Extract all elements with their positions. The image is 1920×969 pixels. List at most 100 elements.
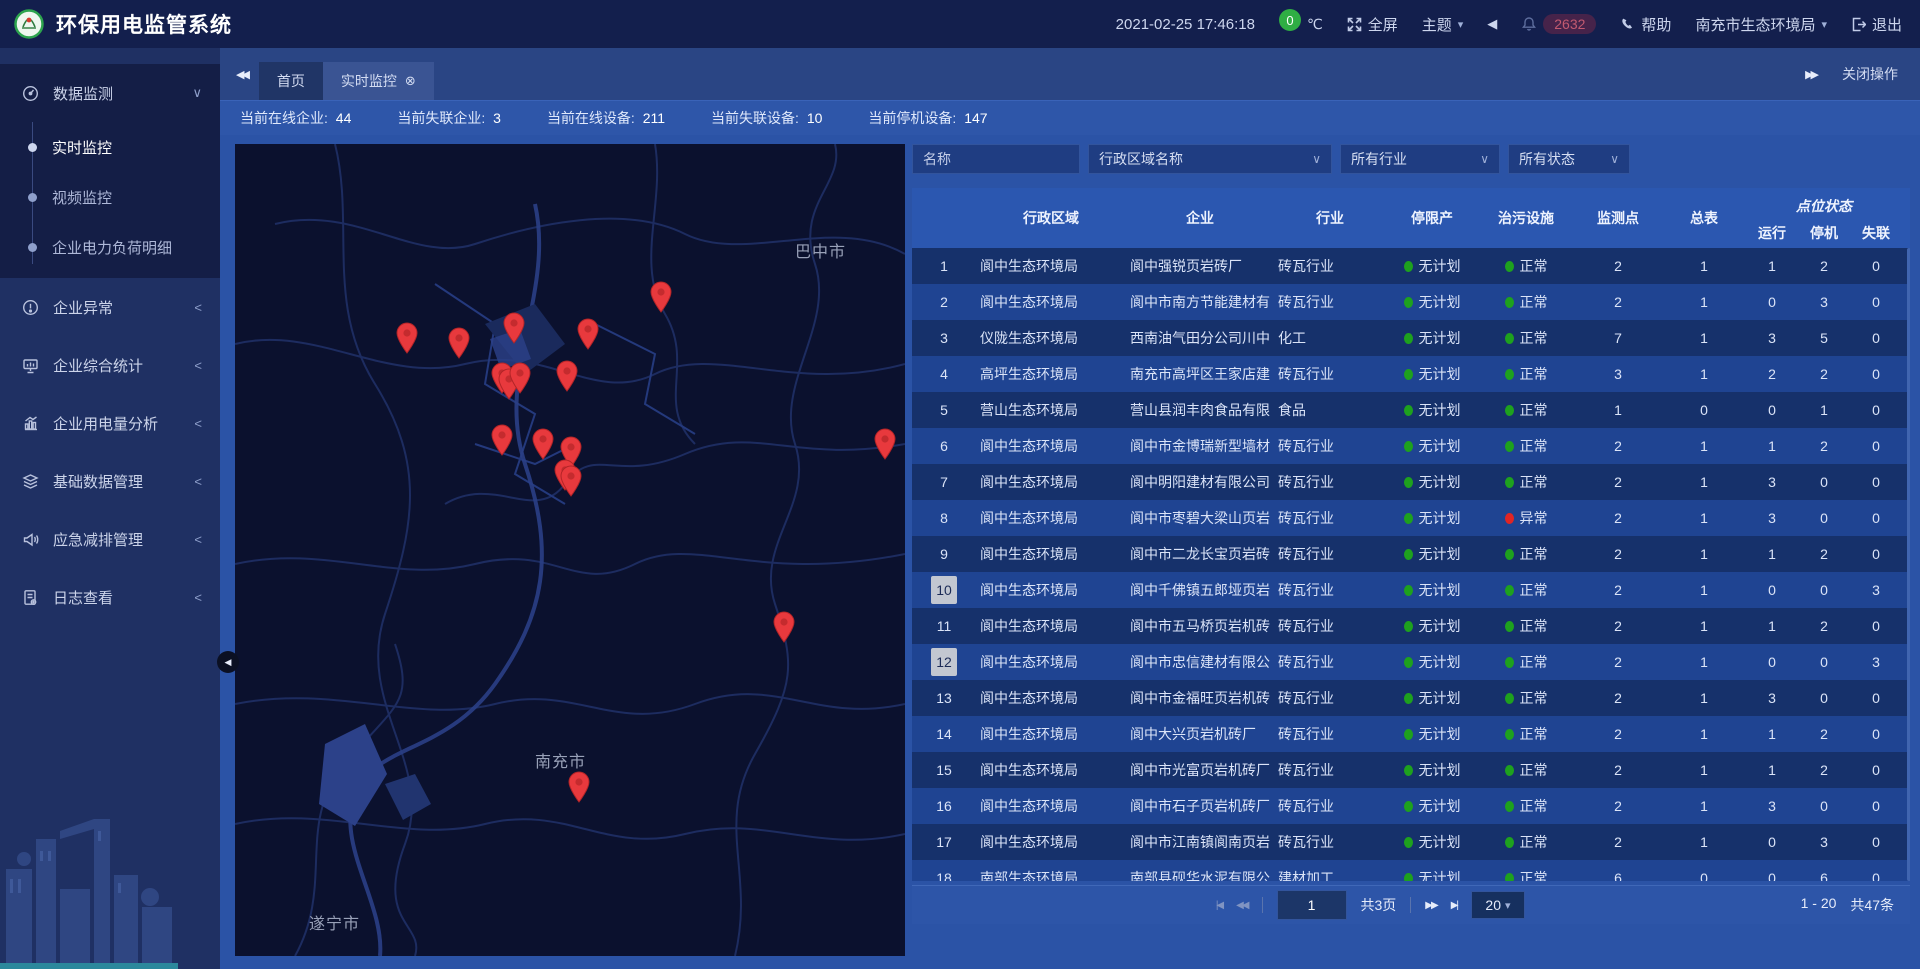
name-filter-input[interactable] <box>912 144 1080 174</box>
sidebar-subitem-视频监控[interactable]: 视频监控 <box>0 172 220 222</box>
map-pin-16[interactable] <box>567 771 591 808</box>
status-filter-select[interactable]: 所有状态 ∨ <box>1508 144 1630 174</box>
tab-home[interactable]: 首页 <box>259 62 323 100</box>
sidebar-subitem-实时监控[interactable]: 实时监控 <box>0 122 220 172</box>
help-button[interactable]: 帮助 <box>1620 14 1671 35</box>
cell-monitor-points: 2 <box>1574 716 1662 752</box>
table-row-16[interactable]: 16阆中生态环境局阆中市石子页岩机砖厂砖瓦行业无计划正常21300 <box>912 788 1910 824</box>
chevron-left-icon: < <box>194 590 202 605</box>
map-pin-7[interactable] <box>508 362 532 399</box>
map-pin-8[interactable] <box>555 360 579 397</box>
limit-status-text: 无计划 <box>1419 580 1461 600</box>
page-size-select[interactable]: 20 ▾ <box>1471 891 1525 919</box>
cell-lost: 0 <box>1850 392 1902 428</box>
col-limit: 停限产 <box>1386 188 1478 248</box>
cell-region: 阆中生态环境局 <box>976 428 1126 464</box>
table-row-15[interactable]: 15阆中生态环境局阆中市光富页岩机砖厂砖瓦行业无计划正常21120 <box>912 752 1910 788</box>
cell-index: 17 <box>912 824 976 860</box>
table-row-4[interactable]: 4高坪生态环境局南充市高坪区王家店建砖瓦行业无计划正常31220 <box>912 356 1910 392</box>
tab-realtime-monitor[interactable]: 实时监控 ⊗ <box>323 62 434 100</box>
cell-index: 5 <box>912 392 976 428</box>
table-scrollbar[interactable] <box>1907 248 1910 881</box>
table-row-10[interactable]: 10阆中生态环境局阆中千佛镇五郎垭页岩砖瓦行业无计划正常21003 <box>912 572 1910 608</box>
sidebar-subitem-企业电力负荷明细[interactable]: 企业电力负荷明细 <box>0 222 220 272</box>
cell-region: 阆中生态环境局 <box>976 500 1126 536</box>
table-row-11[interactable]: 11阆中生态环境局阆中市五马桥页岩机砖砖瓦行业无计划正常21120 <box>912 608 1910 644</box>
map-pin-4[interactable] <box>649 281 673 318</box>
sidebar-group-5: 应急减排管理< <box>0 510 220 568</box>
green-dot-icon <box>1404 657 1413 668</box>
sidebar-item-日志查看[interactable]: 日志查看< <box>0 568 220 626</box>
table-row-6[interactable]: 6阆中生态环境局阆中市金博瑞新型墙材砖瓦行业无计划正常21120 <box>912 428 1910 464</box>
map-pin-1[interactable] <box>447 327 471 364</box>
cell-running: 1 <box>1746 248 1798 284</box>
sidebar-item-企业用电量分析[interactable]: 企业用电量分析< <box>0 394 220 452</box>
sidebar-item-数据监测[interactable]: 数据监测∨ <box>0 64 220 122</box>
sidebar-item-企业异常[interactable]: 企业异常< <box>0 278 220 336</box>
map-pin-2[interactable] <box>502 312 526 349</box>
table-row-8[interactable]: 8阆中生态环境局阆中市枣碧大梁山页岩砖瓦行业无计划异常21300 <box>912 500 1910 536</box>
cell-index: 16 <box>912 788 976 824</box>
green-dot-icon <box>1505 765 1514 776</box>
table-row-7[interactable]: 7阆中生态环境局阆中明阳建材有限公司砖瓦行业无计划正常21300 <box>912 464 1910 500</box>
close-operations-menu[interactable]: 关闭操作 <box>1842 64 1898 84</box>
map-pin-13[interactable] <box>559 465 583 502</box>
first-page-icon[interactable]: |◀ <box>1216 900 1222 911</box>
map-pin-15[interactable] <box>772 611 796 648</box>
page-number-input[interactable] <box>1277 890 1347 920</box>
cell-running: 0 <box>1746 392 1798 428</box>
chevron-left-icon: < <box>194 358 202 373</box>
map-pin-0[interactable] <box>395 322 419 359</box>
table-row-18[interactable]: 18南部生态环境局南部县砚华水泥有限公建材加工无计划正常60060 <box>912 860 1910 881</box>
cell-limit-status: 无计划 <box>1386 500 1478 536</box>
region-filter-select[interactable]: 行政区域名称 ∨ <box>1088 144 1332 174</box>
table-row-9[interactable]: 9阆中生态环境局阆中市二龙长宝页岩砖砖瓦行业无计划正常21120 <box>912 536 1910 572</box>
table-row-17[interactable]: 17阆中生态环境局阆中市江南镇阆南页岩砖瓦行业无计划正常21030 <box>912 824 1910 860</box>
cell-region: 阆中生态环境局 <box>976 788 1126 824</box>
table-row-2[interactable]: 2阆中生态环境局阆中市南方节能建材有砖瓦行业无计划正常21030 <box>912 284 1910 320</box>
next-page-icon[interactable]: ▶▶ <box>1425 900 1436 911</box>
cell-lost: 0 <box>1850 824 1902 860</box>
chevron-down-icon: ∨ <box>1610 152 1619 166</box>
notifications[interactable]: 2632 <box>1521 14 1596 34</box>
sidebar-item-基础数据管理[interactable]: 基础数据管理< <box>0 452 220 510</box>
cell-lost: 0 <box>1850 320 1902 356</box>
table-row-3[interactable]: 3仪陇生态环境局西南油气田分公司川中化工无计划正常71350 <box>912 320 1910 356</box>
map-pin-3[interactable] <box>576 318 600 355</box>
log-icon <box>22 589 39 606</box>
map-pin-14[interactable] <box>873 428 897 465</box>
cell-index: 3 <box>912 320 976 356</box>
table-row-13[interactable]: 13阆中生态环境局阆中市金福旺页岩机砖砖瓦行业无计划正常21300 <box>912 680 1910 716</box>
stat-item-1: 当前失联企业: 3 <box>397 108 501 128</box>
last-page-icon[interactable]: ▶| <box>1451 900 1457 911</box>
map-pin-9[interactable] <box>490 424 514 461</box>
sidebar-item-企业综合统计[interactable]: 企业综合统计 < <box>0 336 220 394</box>
city-label-nanchong: 南充市 <box>535 748 586 772</box>
org-menu[interactable]: 南充市生态环境局 ▾ <box>1695 14 1827 35</box>
logout-button[interactable]: 退出 <box>1851 14 1902 35</box>
sidebar-item-应急减排管理[interactable]: 应急减排管理< <box>0 510 220 568</box>
prev-page-icon[interactable]: ◀◀ <box>1236 900 1247 911</box>
table-row-5[interactable]: 5营山生态环境局营山县润丰肉食品有限食品无计划正常10010 <box>912 392 1910 428</box>
tab-close-icon[interactable]: ⊗ <box>405 73 416 89</box>
map-canvas[interactable]: 巴中市 南充市 遂宁市 <box>235 144 905 956</box>
table-row-1[interactable]: 1阆中生态环境局阆中强锐页岩砖厂砖瓦行业无计划正常21120 <box>912 248 1910 284</box>
bullet-dot-icon <box>28 143 37 152</box>
map-collapse-button[interactable]: ◀ <box>217 651 239 673</box>
industry-filter-select[interactable]: 所有行业 ∨ <box>1340 144 1500 174</box>
green-dot-icon <box>1505 333 1514 344</box>
stat-label: 当前在线企业: <box>240 110 332 126</box>
fullscreen-button[interactable]: 全屏 <box>1347 14 1398 35</box>
sidebar-item-label: 企业综合统计 <box>53 355 143 376</box>
mute-button[interactable]: ◀ <box>1487 16 1497 32</box>
cell-company: 阆中大兴页岩机砖厂 <box>1126 716 1274 752</box>
table-row-12[interactable]: 12阆中生态环境局阆中市忠信建材有限公砖瓦行业无计划正常21003 <box>912 644 1910 680</box>
theme-menu[interactable]: 主题 ▾ <box>1422 14 1464 35</box>
tabs-scroll-right-icon[interactable]: ▶▶ <box>1805 68 1816 81</box>
green-dot-icon <box>1404 333 1413 344</box>
table-row-14[interactable]: 14阆中生态环境局阆中大兴页岩机砖厂砖瓦行业无计划正常21120 <box>912 716 1910 752</box>
tabs-scroll-left-icon[interactable]: ◀◀ <box>220 68 259 81</box>
cell-industry: 砖瓦行业 <box>1274 752 1386 788</box>
map-pin-10[interactable] <box>531 428 555 465</box>
speaker-icon: ◀ <box>1487 16 1497 32</box>
